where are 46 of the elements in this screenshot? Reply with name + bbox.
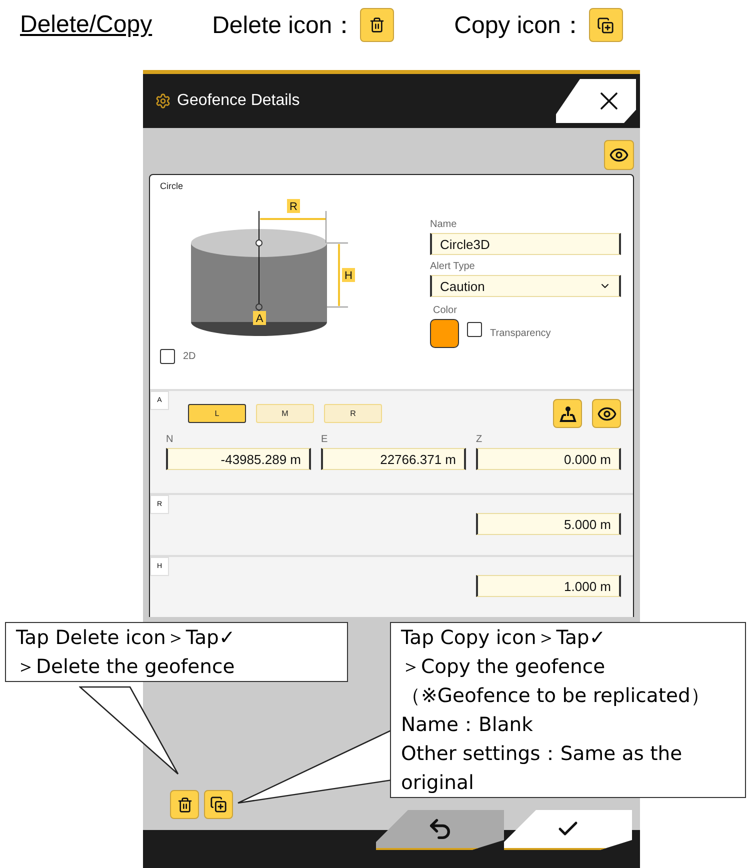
mode-button[interactable]: L [188,404,246,423]
checkbox-label: Transparency [490,328,551,339]
field-label: Alert Type [430,261,476,272]
column-label: N [166,434,174,445]
column-label: Z [476,434,484,445]
checkbox-label: 2D [183,351,196,362]
trash-icon [369,17,386,33]
mode-button[interactable]: M [256,404,314,423]
mode-button[interactable]: R [324,404,382,423]
shape-type-label: Circle [159,180,184,191]
checkbox[interactable] [467,322,482,337]
alert-type-dropdown[interactable]: Caution [430,275,621,297]
map-pin-button[interactable] [553,399,582,428]
coordinate-field[interactable]: 0.000 m [476,448,621,470]
callout-note: Tap Copy icon＞Tap✓ ＞Copy the geofence （※Geofence to be replicated） Name：Blank Other settings：Same as the original [390,622,746,798]
column-label: E [321,434,329,445]
trash-icon [176,796,192,812]
callout-note: Tap Delete icon＞Tap✓ ＞Delete the geofence [5,622,348,682]
visibility-button[interactable] [604,140,634,170]
close-button[interactable] [556,79,636,123]
field-label: Name [430,219,458,230]
diagram-label: R [287,199,300,213]
diagram-label: A [253,311,266,325]
field-label: Color [433,305,458,316]
coordinate-field[interactable]: -43985.289 m [166,448,311,470]
back-button[interactable] [376,810,504,850]
copy-icon [210,796,227,813]
pin-on-surface-icon [558,404,576,422]
coordinate-field[interactable]: 22766.371 m [321,448,466,470]
legend-label: Copy icon： [454,11,585,41]
settings-icon [155,93,171,109]
return-arrow-icon [427,816,453,842]
visibility-button[interactable] [592,399,621,428]
dimension-field[interactable]: 1.000 m [476,575,621,597]
name-field[interactable]: Circle3D [430,233,621,255]
copy-button[interactable] [204,790,233,819]
legend-label: Delete icon： [212,11,356,41]
color-swatch[interactable] [430,319,459,348]
delete-button[interactable] [170,790,199,819]
checkbox[interactable] [160,349,175,364]
copy-icon [597,16,614,34]
window-title: Geofence Details [177,92,300,110]
confirm-button[interactable] [504,810,632,850]
diagram-label: H [342,268,355,282]
page-heading: Delete/Copy [20,11,152,39]
dimension-field[interactable]: 5.000 m [476,513,621,535]
